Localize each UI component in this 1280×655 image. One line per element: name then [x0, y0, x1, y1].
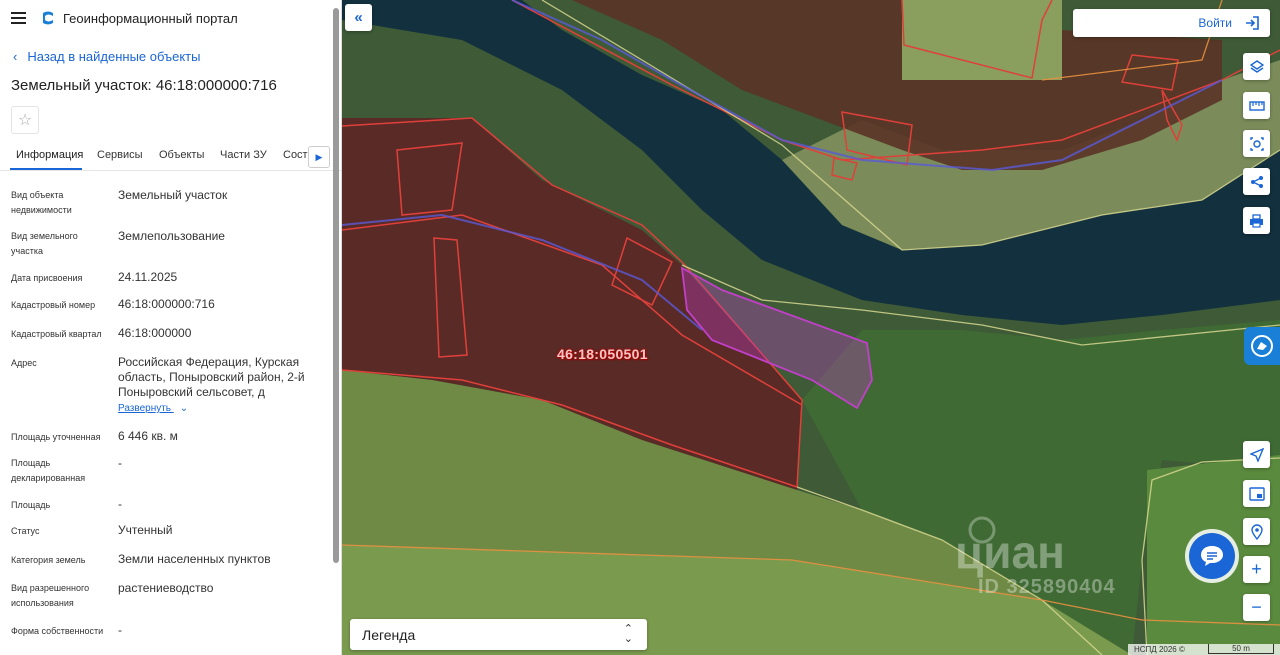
share-icon: [1250, 175, 1263, 188]
attribute-label: Дата присвоения: [11, 273, 83, 283]
tabs-scroll-right-button[interactable]: ▶: [308, 146, 330, 168]
ruler-button[interactable]: [1243, 92, 1270, 119]
attribute-label: Категория земель: [11, 555, 86, 565]
panel-scrollbar[interactable]: [333, 8, 339, 563]
watermark: циан: [955, 526, 1065, 578]
attribute-value: 46:18:000000:716: [118, 297, 215, 311]
layers-button[interactable]: [1243, 53, 1270, 80]
attribute-label: Площадь: [11, 500, 51, 510]
geolocation-icon: [1250, 523, 1263, 540]
double-chevron-left-icon: «: [354, 9, 363, 26]
attribute-label: Кадастровый квартал: [11, 329, 102, 339]
map-view[interactable]: [342, 0, 1280, 655]
attribute-value: Земли населенных пунктов: [118, 552, 271, 566]
portal-title: Геоинформационный портал: [63, 11, 238, 26]
print-icon: [1250, 213, 1263, 228]
minus-icon: −: [1251, 597, 1262, 617]
attribute-value: -: [118, 456, 122, 470]
app-header: Геоинформационный портал: [0, 0, 341, 36]
attribute-label: Вид разрешенного использования: [11, 583, 90, 608]
chevron-left-icon: ‹: [13, 49, 18, 64]
legend-label: Легенда: [362, 627, 416, 643]
active-tab-indicator: [10, 168, 82, 170]
print-button[interactable]: [1243, 207, 1270, 234]
attribute-label: Форма собственности: [11, 626, 104, 636]
attribute-label: Адрес: [11, 358, 37, 368]
locate-button[interactable]: [1243, 441, 1270, 468]
attribute-label: Вид объекта недвижимости: [11, 190, 72, 215]
tab-bar: Информация Сервисы Объекты Части ЗУ Сост…: [0, 143, 341, 171]
watermark-id: ID 325890404: [978, 576, 1116, 598]
minimap-icon: [1248, 486, 1265, 501]
legend-selector[interactable]: Легенда ⌃ ⌄: [350, 619, 647, 650]
side-panel-tab[interactable]: [1244, 327, 1280, 365]
scale-bar: 50 m: [1208, 644, 1274, 654]
minimap-button[interactable]: [1243, 480, 1270, 507]
chevron-down-icon: ⌄: [179, 403, 189, 414]
zoom-in-button[interactable]: +: [1243, 556, 1270, 583]
plus-icon: +: [1251, 559, 1262, 579]
geolocation-button[interactable]: [1243, 518, 1270, 545]
collapse-panel-button[interactable]: «: [345, 4, 372, 31]
share-button[interactable]: [1243, 168, 1270, 195]
attribute-label: Площадь уточненная: [11, 432, 101, 442]
tab-services[interactable]: Сервисы: [97, 149, 143, 161]
attribute-value: -: [118, 623, 122, 637]
chat-icon: [1201, 546, 1223, 566]
menu-icon[interactable]: [11, 12, 26, 24]
login-button[interactable]: Войти: [1073, 9, 1270, 37]
select-area-icon: [1249, 136, 1264, 151]
login-label: Войти: [1198, 16, 1232, 30]
expand-label: Развернуть: [118, 403, 172, 414]
attribute-label: Вид земельного участка: [11, 231, 78, 256]
layers-icon: [1249, 59, 1264, 73]
info-panel: Геоинформационный портал ‹ Назад в найде…: [0, 0, 342, 655]
copyright-text: НСПД 2026 ©: [1134, 645, 1185, 654]
tab-parts[interactable]: Части ЗУ: [220, 149, 267, 161]
navigation-arrow-icon: [1249, 447, 1264, 462]
tab-info[interactable]: Информация: [16, 149, 83, 161]
attribute-value: Учтенный: [118, 523, 173, 537]
attribute-label: Площадь декларированная: [11, 458, 86, 483]
back-to-results-link[interactable]: ‹ Назад в найденные объекты: [13, 49, 200, 64]
login-icon: [1246, 16, 1259, 30]
chat-button[interactable]: [1189, 533, 1235, 579]
attribute-value: растениеводство: [118, 581, 214, 595]
ruler-icon: [1248, 100, 1265, 111]
satellite-map: [342, 0, 1280, 655]
attribute-value: -: [118, 497, 122, 511]
map-service-icon: [1251, 335, 1273, 357]
cadastral-block-label: 46:18:050501: [557, 346, 648, 362]
zoom-out-button[interactable]: −: [1243, 594, 1270, 621]
attribute-value: Российская Федерация, Курская область, П…: [118, 355, 305, 399]
star-icon: ☆: [17, 112, 33, 129]
attribute-value: 6 446 кв. м: [118, 429, 178, 443]
triangle-right-icon: ▶: [315, 151, 323, 162]
expand-address-link[interactable]: Развернуть ⌄: [118, 403, 188, 414]
select-area-button[interactable]: [1243, 130, 1270, 157]
favorite-button[interactable]: ☆: [11, 106, 39, 134]
chevron-up-down-icon: ⌃ ⌄: [623, 623, 633, 645]
attribute-value: Земельный участок: [118, 188, 228, 202]
attribute-value: Землепользование: [118, 229, 225, 243]
attribute-label: Кадастровый номер: [11, 300, 96, 310]
object-title: Земельный участок: 46:18:000000:716: [11, 77, 277, 94]
attribute-value: 46:18:000000: [118, 326, 192, 340]
attribute-label: Статус: [11, 526, 40, 536]
attribute-value: 24.11.2025: [118, 270, 178, 284]
back-link-label: Назад в найденные объекты: [27, 49, 201, 64]
portal-logo-icon: [43, 11, 53, 25]
map-attribution: НСПД 2026 © 50 m: [1128, 644, 1280, 655]
tab-objects[interactable]: Объекты: [159, 149, 204, 161]
